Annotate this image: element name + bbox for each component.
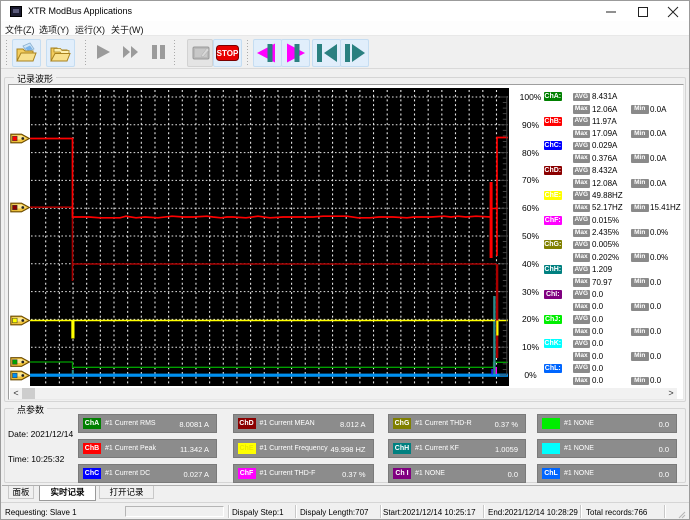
- svg-text:STOP: STOP: [217, 49, 239, 58]
